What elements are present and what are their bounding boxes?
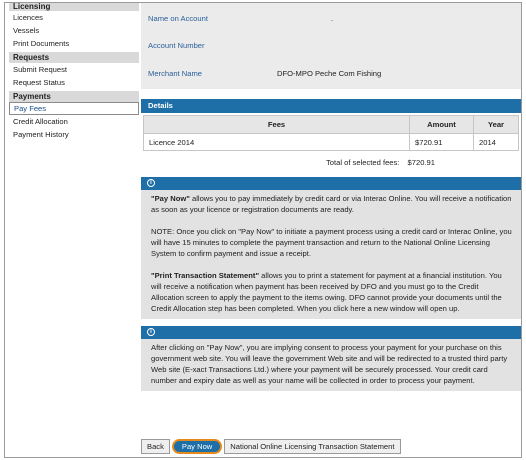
pay-now-button[interactable]: Pay Now bbox=[171, 439, 223, 454]
sidebar-section-payments: Payments bbox=[9, 91, 139, 102]
sidebar-item-pay-fees[interactable]: Pay Fees bbox=[9, 102, 139, 115]
info-icon: i bbox=[147, 179, 155, 187]
sidebar-item-submit-request[interactable]: Submit Request bbox=[9, 63, 139, 76]
details-heading: Details bbox=[141, 99, 521, 113]
main-content: Name on Account . Account Number Merchan… bbox=[141, 3, 521, 391]
info-panel-body: After clicking on "Pay Now", you are imp… bbox=[141, 339, 521, 391]
sidebar-section-licensing: Licensing bbox=[9, 3, 139, 11]
merchant-name-value: DFO-MPO Peche Com Fishing bbox=[277, 69, 382, 78]
info-icon: i bbox=[147, 328, 155, 336]
sidebar: Licensing Licences Vessels Print Documen… bbox=[9, 3, 139, 141]
sidebar-section-requests: Requests bbox=[9, 52, 139, 63]
amount-cell: $720.91 bbox=[409, 133, 474, 151]
sidebar-item-request-status[interactable]: Request Status bbox=[9, 76, 139, 89]
info-panel-header: i bbox=[141, 177, 521, 190]
pay-now-description: "Pay Now" allows you to pay immediately … bbox=[151, 194, 512, 214]
print-statement-description: "Print Transaction Statement" allows you… bbox=[151, 271, 502, 313]
table-row[interactable]: Licence 2014 $720.91 2014 bbox=[143, 133, 519, 151]
name-on-account-value: . bbox=[331, 14, 334, 23]
info-panel-body: "Pay Now" allows you to pay immediately … bbox=[141, 190, 521, 319]
sidebar-item-credit-allocation[interactable]: Credit Allocation bbox=[9, 115, 139, 128]
fees-table: Fees Amount Year Licence 2014 $720.91 20… bbox=[143, 115, 519, 151]
sidebar-item-licences[interactable]: Licences bbox=[9, 11, 139, 24]
sidebar-item-vessels[interactable]: Vessels bbox=[9, 24, 139, 37]
fee-cell: Licence 2014 bbox=[143, 133, 410, 151]
sidebar-item-print-documents[interactable]: Print Documents bbox=[9, 37, 139, 50]
account-panel: Name on Account . Account Number Merchan… bbox=[141, 3, 521, 89]
total-value: $720.91 bbox=[407, 158, 435, 167]
account-number-label: Account Number bbox=[148, 41, 205, 50]
merchant-name-label: Merchant Name bbox=[148, 69, 203, 78]
consent-info-panel: i After clicking on "Pay Now", you are i… bbox=[141, 326, 521, 391]
year-cell: 2014 bbox=[473, 133, 519, 151]
sidebar-item-payment-history[interactable]: Payment History bbox=[9, 128, 139, 141]
total-label: Total of selected fees: bbox=[325, 158, 400, 167]
column-header-year: Year bbox=[473, 115, 519, 134]
transaction-statement-button[interactable]: National Online Licensing Transaction St… bbox=[224, 439, 401, 454]
back-button[interactable]: Back bbox=[141, 439, 170, 454]
payment-timeout-note: NOTE: Once you click on "Pay Now" to ini… bbox=[151, 227, 512, 258]
name-on-account-label: Name on Account bbox=[148, 14, 208, 23]
total-fees: Total of selected fees: $720.91 bbox=[141, 151, 521, 173]
action-buttons: Back Pay Now National Online Licensing T… bbox=[141, 439, 403, 454]
column-header-fees: Fees bbox=[143, 115, 410, 134]
consent-text: After clicking on "Pay Now", you are imp… bbox=[151, 343, 508, 385]
pay-options-info-panel: i "Pay Now" allows you to pay immediatel… bbox=[141, 177, 521, 319]
info-panel-header: i bbox=[141, 326, 521, 339]
page-frame: Licensing Licences Vessels Print Documen… bbox=[4, 2, 522, 458]
table-header-row: Fees Amount Year bbox=[143, 115, 519, 134]
column-header-amount: Amount bbox=[409, 115, 474, 134]
